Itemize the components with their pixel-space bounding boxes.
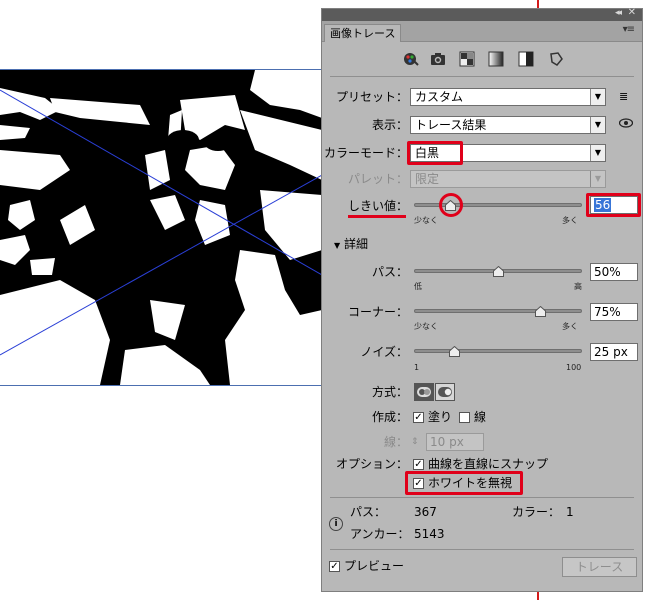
stroke-width-field[interactable]: 10 px <box>426 433 484 451</box>
black-and-white-icon[interactable] <box>518 51 534 67</box>
noise-slider-track[interactable] <box>414 349 582 353</box>
paths-label: パス： <box>371 265 408 279</box>
corners-max-label: 多く <box>562 322 578 331</box>
chevron-down-icon: ▼ <box>590 89 605 105</box>
corners-label: コーナー： <box>347 305 408 319</box>
noise-slider-thumb[interactable] <box>449 346 461 357</box>
fills-checkbox[interactable]: ✓ <box>413 412 424 423</box>
high-color-icon[interactable] <box>430 51 446 67</box>
info-anchors-label: アンカー： <box>350 527 410 541</box>
noise-value: 25 px <box>594 345 628 359</box>
traced-artwork[interactable] <box>0 70 322 385</box>
threshold-underline <box>348 215 406 218</box>
threshold-max-label: 多く <box>562 216 578 225</box>
paths-max-label: 高 <box>574 282 582 291</box>
palette-label: パレット： <box>347 172 408 186</box>
stroke-stepper-icon[interactable]: ⇕ <box>411 433 419 451</box>
traced-photo-black-white <box>0 70 322 385</box>
paths-min-label: 低 <box>414 282 422 291</box>
corners-value-field[interactable]: 75% <box>590 303 638 321</box>
paths-slider-thumb[interactable] <box>492 266 504 277</box>
threshold-thumb-highlight <box>438 193 463 217</box>
paths-value-field[interactable]: 50% <box>590 263 638 281</box>
color-mode-label: カラーモード： <box>324 146 409 160</box>
strokes-checkbox[interactable] <box>459 412 470 423</box>
stroke-width-value: 10 px <box>430 435 464 449</box>
threshold-label: しきい値： <box>347 199 408 213</box>
info-paths-count: 367 <box>414 505 437 519</box>
create-label: 作成： <box>371 410 408 424</box>
chevron-down-icon: ▼ <box>590 171 605 187</box>
info-anchors-count: 5143 <box>414 527 445 541</box>
preset-label: プリセット： <box>335 90 408 104</box>
corners-slider-track[interactable] <box>414 309 582 313</box>
corners-min-label: 少なく <box>414 322 438 331</box>
preset-list-icon[interactable]: ≣ <box>619 90 628 103</box>
view-dropdown[interactable]: トレース結果 ▼ <box>410 116 606 134</box>
eye-icon[interactable] <box>618 117 634 132</box>
tab-image-trace[interactable]: 画像トレース <box>324 24 402 42</box>
info-colors-label: カラー： <box>512 505 561 519</box>
low-color-icon[interactable] <box>459 51 475 67</box>
panel-tab-row: 画像トレース ▾≡ <box>322 21 642 42</box>
noise-label: ノイズ： <box>360 345 408 359</box>
info-icon: i <box>329 517 343 531</box>
ignore-white-highlight <box>405 471 523 495</box>
corners-value: 75% <box>594 305 621 319</box>
outline-icon[interactable] <box>548 51 564 67</box>
view-label: 表示： <box>371 118 408 132</box>
method-label: 方式： <box>371 385 408 399</box>
paths-value: 50% <box>594 265 621 279</box>
overlapping-method-button[interactable] <box>435 383 455 401</box>
chevron-down-icon: ▼ <box>334 241 341 250</box>
artboard-bottom-edge <box>0 385 322 386</box>
info-colors-count: 1 <box>566 505 574 519</box>
stroke-width-label: 線： <box>383 435 408 449</box>
snap-curves-checkbox[interactable]: ✓ <box>413 459 424 470</box>
collapse-panel-icon[interactable]: ◂◂ <box>615 8 622 18</box>
noise-value-field[interactable]: 25 px <box>590 343 638 361</box>
threshold-value-highlight <box>586 193 641 217</box>
options-label: オプション： <box>335 457 408 471</box>
preset-dropdown[interactable]: カスタム ▼ <box>410 88 606 106</box>
panel-menu-icon[interactable]: ▾≡ <box>623 24 635 35</box>
strokes-label: 線 <box>474 410 487 424</box>
auto-color-icon[interactable] <box>403 51 419 67</box>
chevron-down-icon: ▼ <box>590 117 605 133</box>
fills-label: 塗り <box>428 410 453 424</box>
preview-label: プレビュー <box>344 559 405 573</box>
preview-checkbox[interactable]: ✓ <box>329 561 340 572</box>
palette-value: 限定 <box>415 172 440 186</box>
close-panel-icon[interactable]: ✕ <box>628 7 636 18</box>
divider <box>330 549 634 550</box>
divider <box>330 76 634 77</box>
view-value: トレース結果 <box>415 118 487 132</box>
panel-header-bar[interactable]: ◂◂ ✕ <box>322 7 642 21</box>
info-paths-label: パス： <box>350 505 387 519</box>
noise-min-label: 1 <box>414 363 420 372</box>
preset-value: カスタム <box>415 90 464 104</box>
advanced-section-label: 詳細 <box>343 237 368 251</box>
divider <box>330 497 634 498</box>
threshold-min-label: 少なく <box>414 216 438 225</box>
palette-dropdown[interactable]: 限定 ▼ <box>410 170 606 188</box>
chevron-down-icon: ▼ <box>590 145 605 161</box>
abutting-method-button[interactable] <box>414 383 434 401</box>
color-mode-highlight <box>407 141 463 165</box>
noise-max-label: 100 <box>566 363 582 372</box>
image-trace-panel: ◂◂ ✕ 画像トレース ▾≡ プリセット： カスタム ▼ ≣ 表示： トレース結… <box>321 7 643 592</box>
grayscale-icon[interactable] <box>488 51 504 67</box>
trace-button[interactable]: トレース <box>562 557 637 577</box>
advanced-toggle[interactable]: ▼ 詳細 <box>334 235 368 255</box>
corners-slider-thumb[interactable] <box>534 306 546 317</box>
